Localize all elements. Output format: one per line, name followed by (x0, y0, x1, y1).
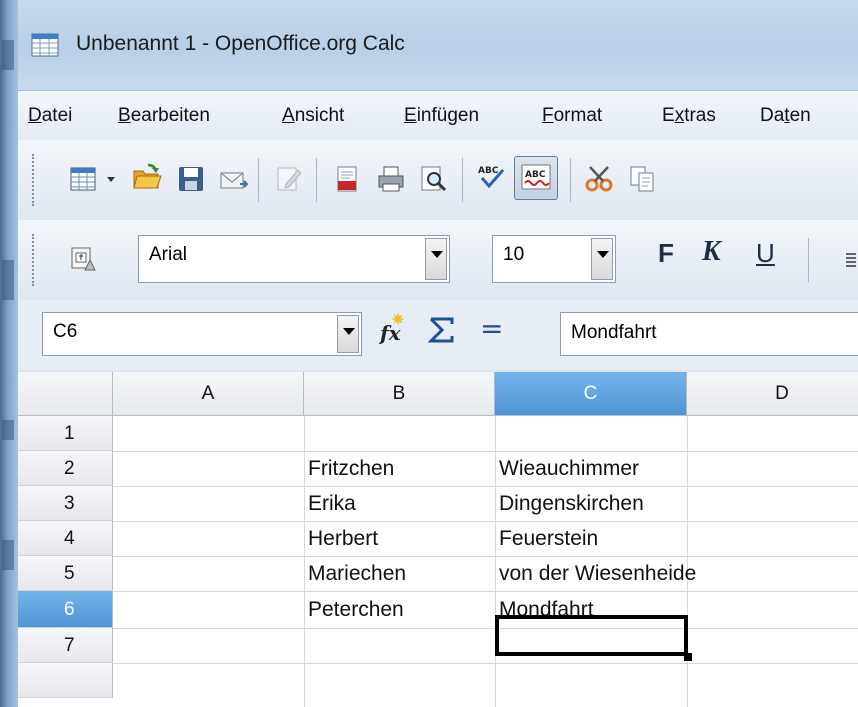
export-pdf-icon[interactable] (332, 164, 362, 194)
select-all-corner[interactable] (18, 372, 113, 416)
menu-bearbeiten[interactable]: Bearbeiten (118, 105, 210, 127)
open-folder-icon[interactable] (132, 162, 162, 192)
name-box[interactable]: C6 (42, 312, 362, 356)
formatting-toolbar: Arial 10 F K U (18, 220, 858, 300)
cell-b6[interactable]: Peterchen (308, 592, 404, 627)
menu-daten[interactable]: Daten (760, 105, 811, 127)
name-box-dropdown-button[interactable] (337, 315, 359, 353)
bold-button[interactable]: F (658, 238, 674, 269)
row-header-7[interactable]: 7 (18, 628, 113, 663)
window-title: Unbenannt 1 - OpenOffice.org Calc (76, 32, 405, 55)
row-header-6[interactable]: 6 (18, 591, 113, 628)
sum-icon[interactable] (428, 316, 456, 344)
font-size-combo[interactable]: 10 (492, 235, 616, 283)
name-box-value: C6 (53, 321, 78, 342)
cell-b4[interactable]: Herbert (308, 521, 378, 556)
standard-toolbar: ABC ABC (18, 140, 858, 220)
formula-equals-button[interactable]: = (480, 312, 503, 345)
column-header-a[interactable]: A (113, 372, 304, 416)
save-icon[interactable] (176, 164, 206, 194)
row-header-5[interactable]: 5 (18, 556, 113, 591)
toolbar-grip[interactable] (32, 154, 38, 206)
font-size-dropdown-button[interactable] (591, 238, 613, 280)
row-header-2[interactable]: 2 (18, 451, 113, 486)
font-name-combo[interactable]: Arial (138, 235, 450, 283)
new-document-icon[interactable] (68, 164, 98, 194)
cell-c5[interactable]: von der Wiesenheide (499, 556, 696, 591)
toolbar-grip[interactable] (32, 234, 38, 286)
row-header-3[interactable]: 3 (18, 486, 113, 521)
column-header-d[interactable]: D (687, 372, 858, 416)
menu-extras[interactable]: Extras (662, 105, 716, 127)
formula-input[interactable]: Mondfahrt (560, 312, 858, 356)
column-header-c[interactable]: C (495, 372, 687, 416)
underline-button[interactable]: U (756, 238, 775, 269)
edit-file-icon[interactable] (274, 164, 304, 194)
styles-icon[interactable] (68, 244, 98, 274)
row-header-4[interactable]: 4 (18, 521, 113, 556)
menu-datei[interactable]: Datei (28, 105, 72, 127)
copy-icon[interactable] (628, 164, 658, 194)
svg-text:ABC: ABC (478, 166, 499, 176)
cell-cursor (495, 615, 688, 656)
formula-bar: C6 fx = Mondfahrt (18, 300, 858, 370)
menu-einfuegen[interactable]: Einfügen (404, 105, 479, 127)
cut-icon[interactable] (584, 164, 614, 194)
print-preview-icon[interactable] (418, 164, 448, 194)
cell-c3[interactable]: Dingenskirchen (499, 486, 644, 521)
column-header-b[interactable]: B (304, 372, 495, 416)
function-wizard-icon[interactable]: fx (378, 312, 412, 346)
print-icon[interactable] (376, 164, 406, 194)
svg-text:fx: fx (378, 321, 402, 345)
spreadsheet-grid: A B C D 1 2 3 4 5 6 7 Fritzchen Wieauchi… (18, 372, 858, 707)
cell-b5[interactable]: Mariechen (308, 556, 406, 591)
title-bar[interactable]: Unbenannt 1 - OpenOffice.org Calc (18, 0, 858, 90)
cell-b3[interactable]: Erika (308, 486, 356, 521)
cell-c4[interactable]: Feuerstein (499, 521, 598, 556)
spellcheck-icon[interactable]: ABC (476, 162, 506, 192)
email-icon[interactable] (218, 166, 248, 196)
svg-text:ABC: ABC (525, 170, 546, 180)
desktop-background-strip (0, 0, 18, 707)
row-header-1[interactable]: 1 (18, 416, 113, 451)
fill-handle[interactable] (684, 653, 692, 661)
font-size-value: 10 (503, 244, 525, 265)
calc-app-icon (31, 33, 59, 57)
menu-bar: Datei Bearbeiten Ansicht Einfügen Format… (18, 90, 858, 141)
cell-b2[interactable]: Fritzchen (308, 451, 394, 486)
cell-c2[interactable]: Wieauchimmer (499, 451, 639, 486)
align-left-icon[interactable] (846, 252, 856, 268)
auto-spellcheck-toggle[interactable]: ABC (514, 156, 558, 200)
formula-input-value: Mondfahrt (571, 322, 657, 343)
calc-window: Unbenannt 1 - OpenOffice.org Calc Datei … (18, 0, 858, 707)
row-header-8[interactable] (18, 663, 113, 698)
menu-ansicht[interactable]: Ansicht (282, 105, 344, 127)
font-name-value: Arial (149, 244, 188, 265)
italic-button[interactable]: K (702, 236, 721, 268)
auto-spellcheck-icon: ABC (521, 164, 551, 190)
font-name-dropdown-button[interactable] (425, 238, 447, 280)
dropdown-arrow-icon[interactable] (106, 174, 116, 184)
menu-format[interactable]: Format (542, 105, 602, 127)
